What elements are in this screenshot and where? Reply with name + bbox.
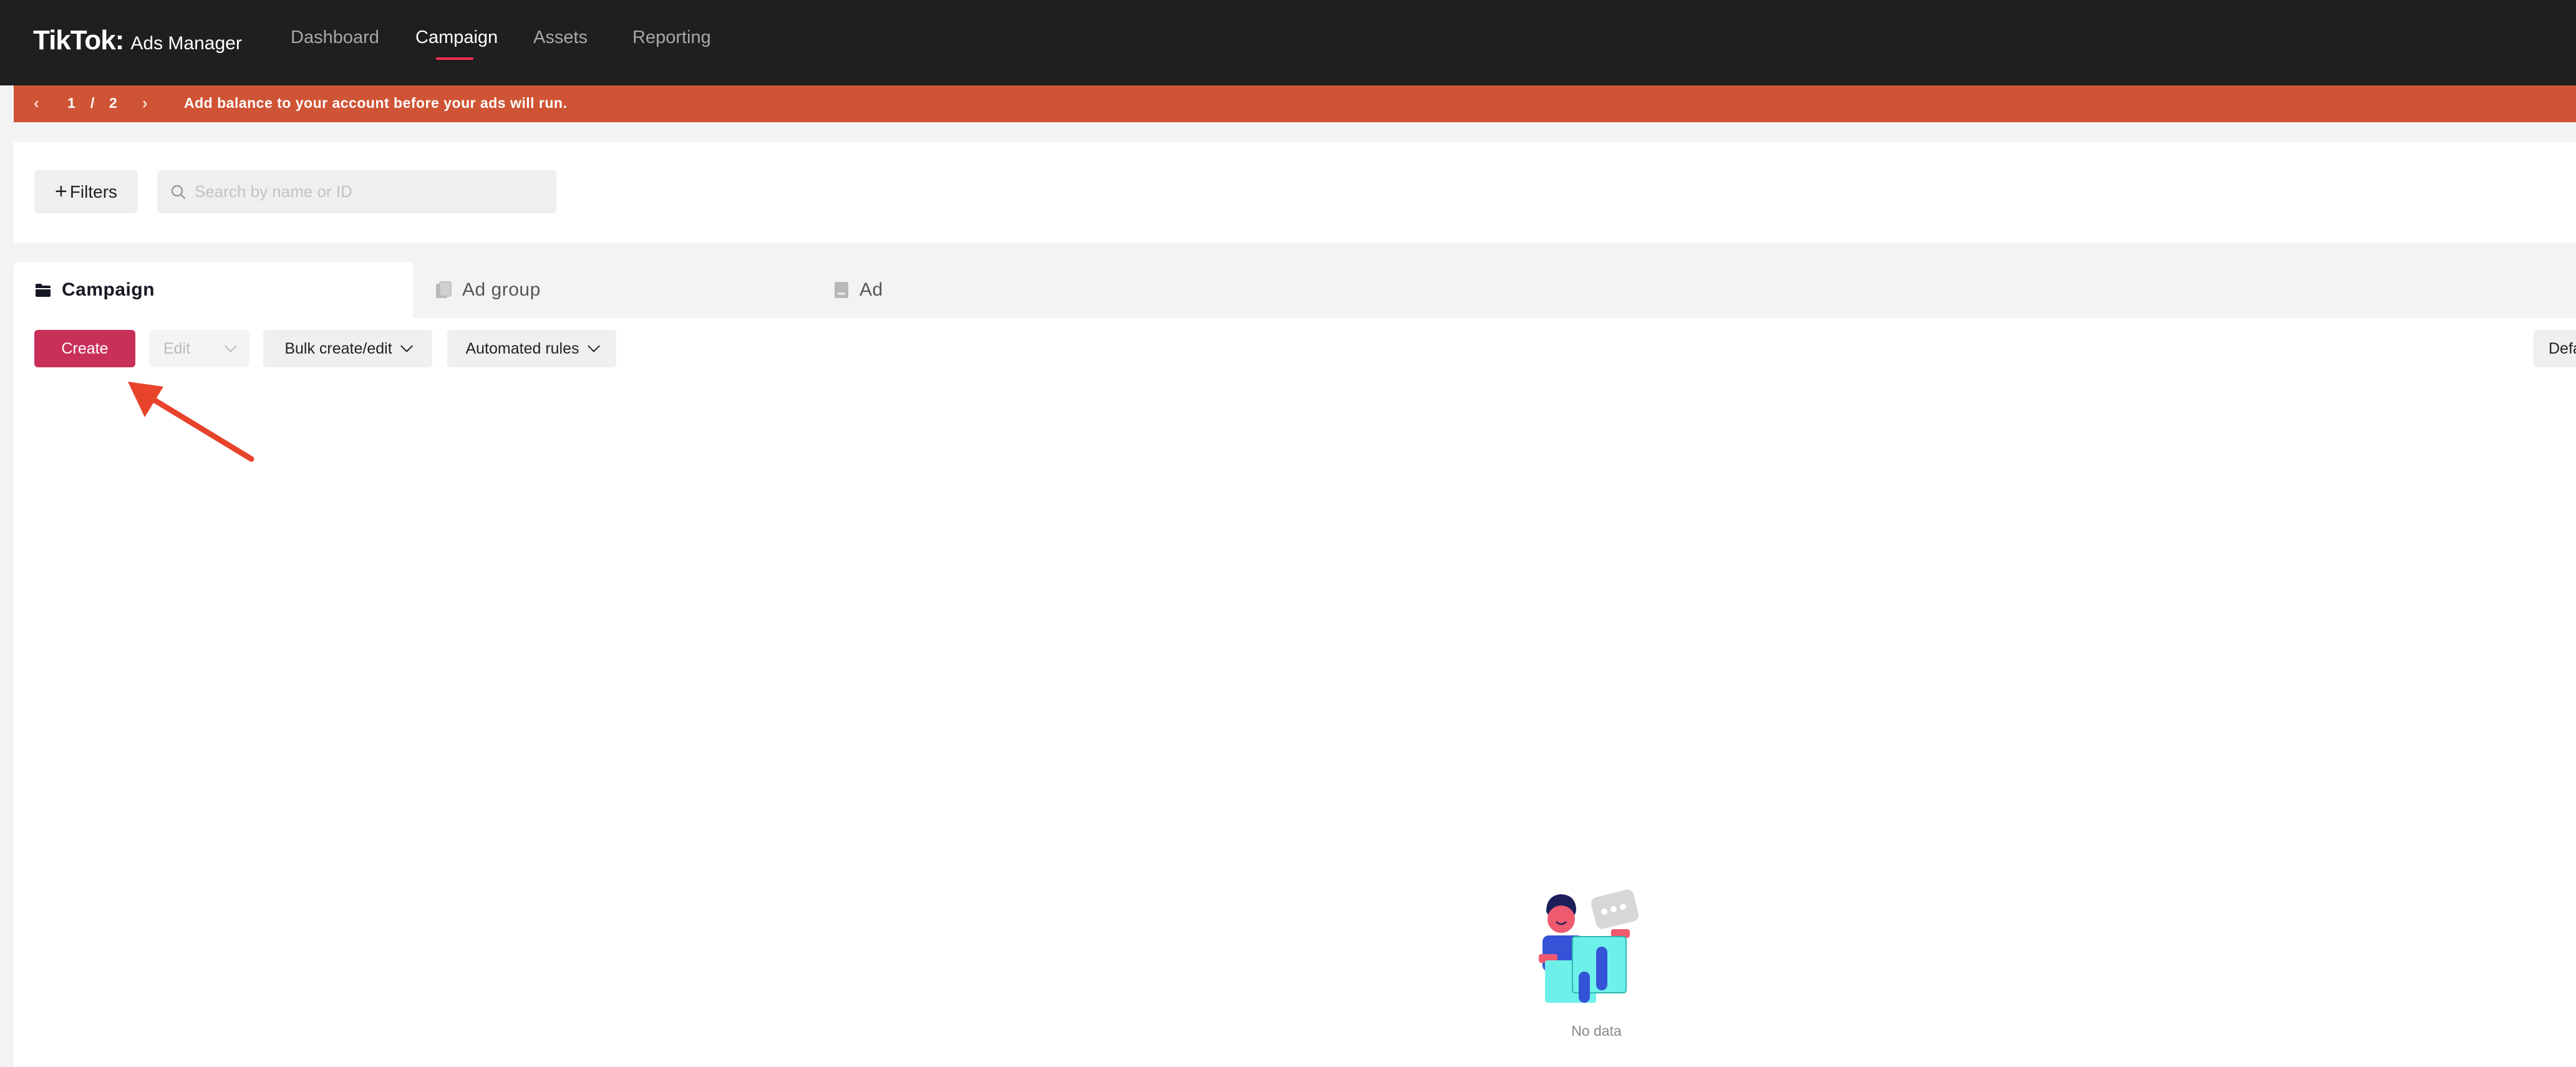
- chevron-right-icon[interactable]: ›: [142, 94, 148, 113]
- tab-ad-group[interactable]: Ad group: [435, 262, 541, 318]
- nav-assets[interactable]: Assets: [533, 27, 588, 48]
- bulk-button-label: Bulk create/edit: [284, 339, 392, 357]
- nav-reporting[interactable]: Reporting: [632, 27, 711, 48]
- banner-message: Add balance to your account before your …: [184, 95, 568, 111]
- search-input[interactable]: [193, 181, 545, 202]
- no-data-text: No data: [1571, 1023, 1622, 1039]
- brand-logo[interactable]: TikTok : Ads Manager: [33, 25, 242, 56]
- chevron-left-icon[interactable]: ‹: [34, 94, 39, 113]
- edit-button-label: Edit: [163, 339, 191, 357]
- tab-campaign[interactable]: Campaign: [14, 262, 413, 318]
- search-box[interactable]: [157, 170, 556, 213]
- balance-warning-banner: ‹ 1 / 2 › Add balance to your account be…: [14, 85, 2576, 122]
- filters-button-label: Filters: [69, 181, 118, 201]
- default-view-label: Default: [2549, 339, 2576, 357]
- level-tabs: Campaign Ad group Ad: [14, 262, 2576, 318]
- empty-state-illustration: [1539, 889, 1639, 1003]
- banner-page-separator: /: [90, 95, 95, 111]
- default-view-select[interactable]: Default: [2534, 330, 2576, 367]
- folder-icon: [36, 284, 51, 297]
- automated-rules-button[interactable]: Automated rules: [447, 330, 616, 367]
- ads-manager-label: Ads Manager: [130, 33, 242, 54]
- banner-page-total: 2: [109, 95, 117, 111]
- chevron-down-icon: [225, 340, 237, 352]
- bulk-create-edit-button[interactable]: Bulk create/edit: [263, 330, 432, 367]
- banner-page-current: 1: [67, 95, 75, 111]
- automated-rules-label: Automated rules: [465, 339, 579, 357]
- tab-campaign-label: Campaign: [62, 279, 155, 300]
- tab-ad-group-label: Ad group: [462, 279, 541, 300]
- create-button-label: Create: [61, 339, 109, 357]
- nav-active-underline: [436, 57, 473, 60]
- filter-bar: + Filters: [14, 142, 2576, 243]
- tab-ad-label: Ad: [859, 279, 883, 300]
- nav-campaign[interactable]: Campaign: [415, 27, 498, 48]
- brand-separator: :: [115, 25, 125, 56]
- nav-dashboard[interactable]: Dashboard: [291, 27, 379, 48]
- plus-icon: +: [54, 180, 67, 203]
- campaign-table-area: Create Edit Bulk create/edit Automated r…: [14, 318, 2576, 1067]
- edit-button: Edit: [149, 330, 249, 367]
- ad-icon: [835, 282, 848, 298]
- ad-group-icon: [436, 281, 452, 298]
- chevron-down-icon: [587, 340, 600, 352]
- search-icon: [171, 185, 186, 199]
- chevron-down-icon: [400, 340, 413, 352]
- tab-ad[interactable]: Ad: [833, 262, 883, 318]
- filters-button[interactable]: + Filters: [34, 170, 138, 213]
- create-button[interactable]: Create: [34, 330, 135, 367]
- tiktok-logo: TikTok: [33, 25, 116, 56]
- top-navigation-bar: TikTok : Ads Manager Dashboard Campaign …: [0, 0, 2576, 85]
